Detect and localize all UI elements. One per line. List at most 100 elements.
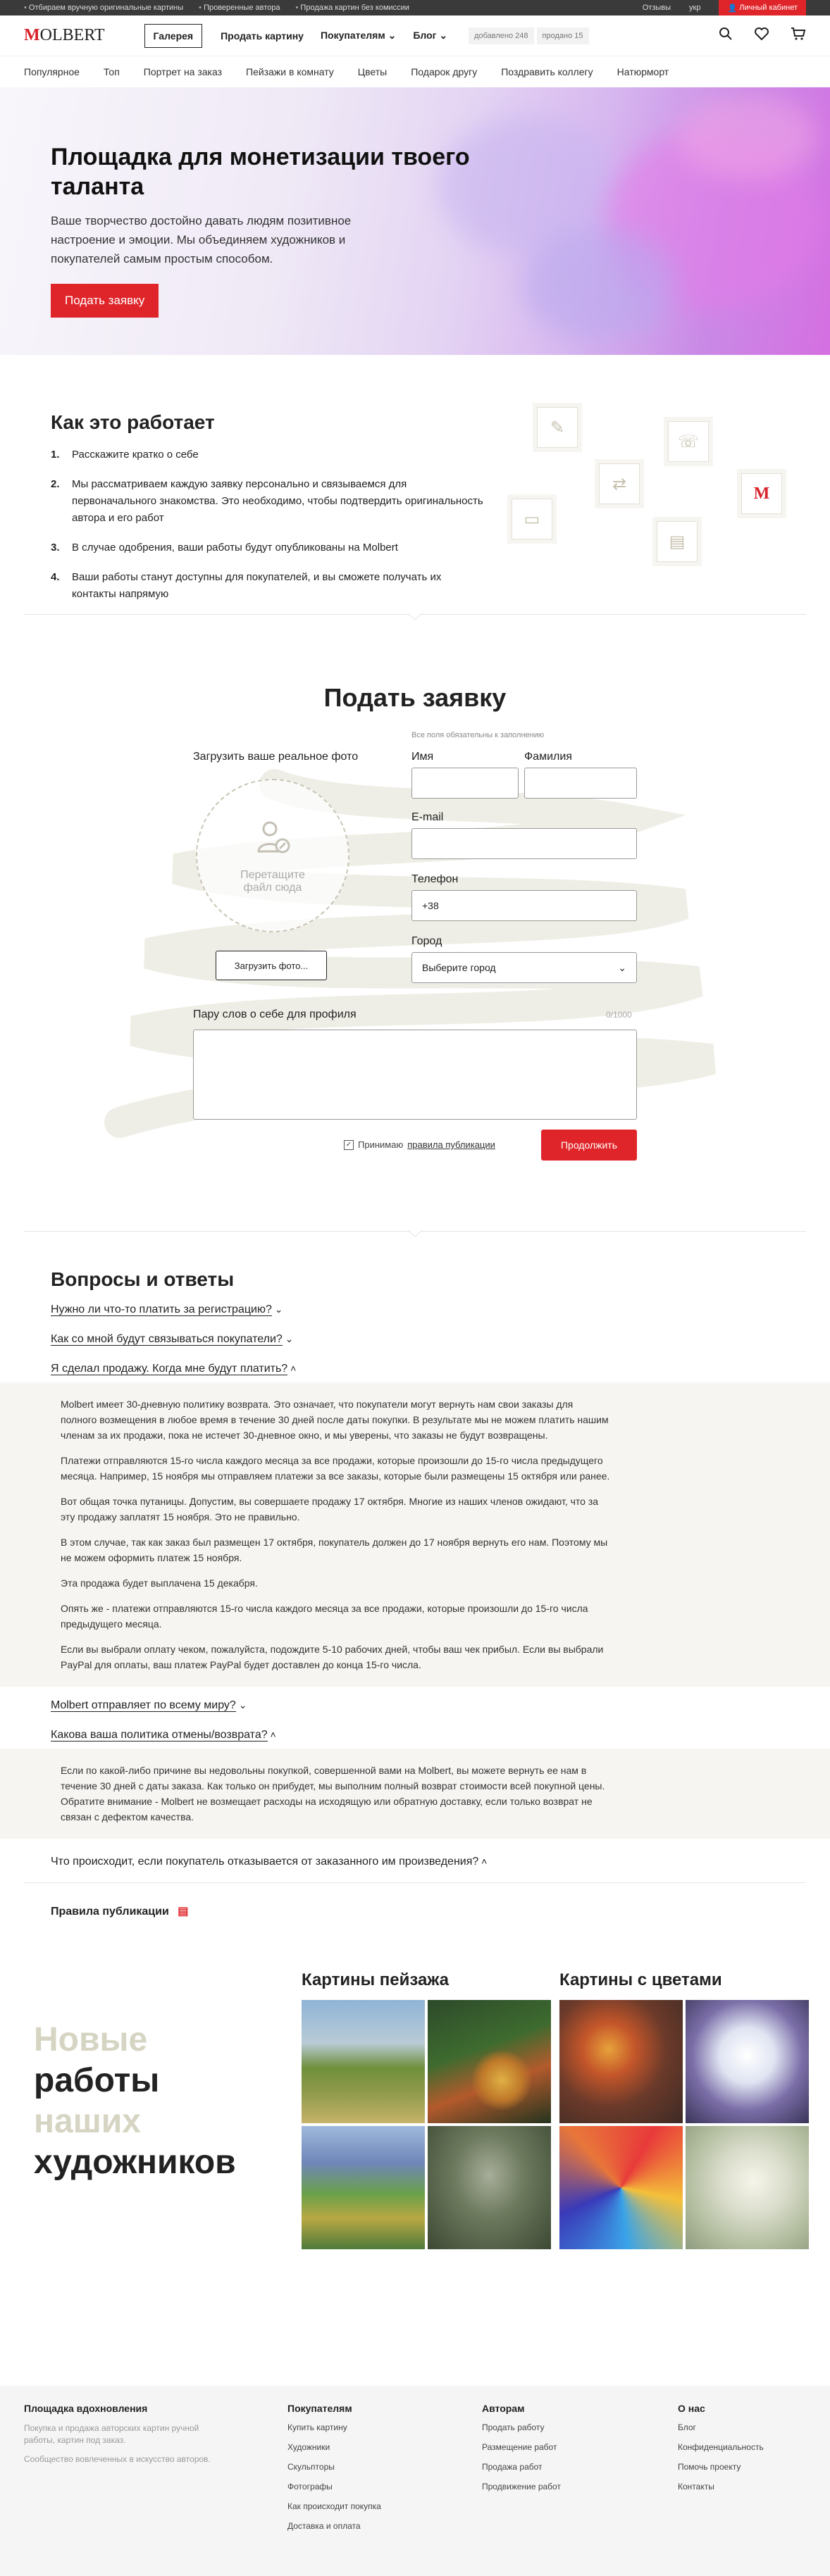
footer-link[interactable]: Продать работу: [482, 2422, 561, 2432]
painting-thumbnail[interactable]: [428, 2126, 551, 2249]
painting-thumbnail[interactable]: [686, 2000, 809, 2123]
painting-thumbnail[interactable]: [302, 2000, 425, 2123]
gallery-button[interactable]: Галерея: [144, 23, 203, 48]
upload-photo-button[interactable]: Загрузить фото...: [216, 951, 327, 980]
steps-list: Расскажите кратко о себе Мы рассматривае…: [51, 446, 488, 603]
hero-content: Площадка для монетизации твоего таланта …: [51, 142, 488, 318]
email-field[interactable]: [411, 828, 637, 859]
answer-paragraph: Если вы выбрали оплату чеком, пожалуйста…: [61, 1644, 604, 1670]
painting-thumbnail[interactable]: [559, 2126, 683, 2249]
language-switch[interactable]: укр: [689, 4, 700, 12]
surname-field[interactable]: [524, 768, 637, 799]
subnav-item[interactable]: Подарок другу: [411, 66, 477, 77]
subnav-item[interactable]: Пейзажи в комнату: [246, 66, 334, 77]
subnav-item[interactable]: Цветы: [358, 66, 387, 77]
answer-paragraph: Если по какой-либо причине вы недовольны…: [61, 1765, 605, 1822]
subnav-item[interactable]: Топ: [104, 66, 120, 77]
heading-line: наших: [34, 2103, 141, 2140]
footer-col: Покупателям Купить картину Художники Ску…: [287, 2403, 381, 2541]
footer-link[interactable]: Контакты: [678, 2482, 764, 2491]
about-textarea[interactable]: [193, 1030, 637, 1120]
step-item: Ваши работы станут доступны для покупате…: [51, 569, 442, 600]
about-label: Пару слов о себе для профиля: [193, 1008, 357, 1020]
nav-blog-label: Блог: [413, 30, 437, 41]
subnav-item[interactable]: Портрет на заказ: [144, 66, 222, 77]
footer-link[interactable]: Помочь проекту: [678, 2462, 764, 2472]
category-title[interactable]: Картины с цветами: [559, 1970, 809, 1990]
faq-question-open[interactable]: Я сделал продажу. Когда мне будут платит…: [0, 1357, 830, 1380]
footer-link[interactable]: Доставка и оплата: [287, 2521, 381, 2531]
hero-banner: Площадка для монетизации твоего таланта …: [0, 87, 830, 355]
continue-button[interactable]: Продолжить: [541, 1130, 637, 1161]
header-nav: Продать картину Покупателям ⌄ Блог ⌄: [221, 30, 447, 42]
nav-buyers[interactable]: Покупателям ⌄: [321, 30, 396, 42]
painting-thumbnail[interactable]: [686, 2126, 809, 2249]
faq-question-text: Что происходит, если покупатель отказыва…: [51, 1856, 479, 1868]
faq-question-text: Я сделал продажу. Когда мне будут платит…: [51, 1363, 288, 1375]
logo[interactable]: MOLBERT: [24, 26, 105, 45]
added-count: добавлено 248: [469, 27, 534, 44]
apply-button[interactable]: Подать заявку: [51, 284, 159, 318]
subnav-item[interactable]: Популярное: [24, 66, 80, 77]
reviews-link[interactable]: Отзывы: [643, 4, 671, 12]
heart-icon[interactable]: [754, 27, 769, 44]
footer-link[interactable]: Скульпторы: [287, 2462, 381, 2472]
faq-question[interactable]: Molbert отправляет по всему миру?: [0, 1694, 830, 1716]
nav-buyers-label: Покупателям: [320, 30, 385, 41]
cart-icon[interactable]: [791, 27, 806, 44]
footer-link[interactable]: Блог: [678, 2422, 764, 2432]
painting-thumbnail[interactable]: [428, 2000, 551, 2123]
photo-dropzone[interactable]: Перетащите файл сюда: [196, 779, 349, 932]
footer-link[interactable]: Размещение работ: [482, 2442, 561, 2452]
faq-question-open[interactable]: Какова ваша политика отмены/возврата?: [0, 1723, 830, 1746]
agree-checkbox[interactable]: ✓: [344, 1139, 354, 1150]
logo-mark: M: [24, 26, 40, 44]
subnav-item[interactable]: Поздравить коллегу: [501, 66, 593, 77]
rules-row[interactable]: Правила публикации ▤: [0, 1904, 830, 1918]
form-title: Подать заявку: [323, 683, 507, 712]
nav-blog[interactable]: Блог ⌄: [413, 30, 447, 42]
footer-link[interactable]: Конфиденциальность: [678, 2442, 764, 2452]
heading-line: Новые: [34, 2021, 148, 2058]
nav-sell[interactable]: Продать картину: [221, 30, 304, 42]
footer-link[interactable]: Продвижение работ: [482, 2482, 561, 2491]
footer-link[interactable]: Как происходит покупка: [287, 2501, 381, 2511]
search-icon[interactable]: [719, 27, 733, 44]
step-item: В случае одобрения, ваши работы будут оп…: [51, 539, 398, 556]
header-icons: [719, 27, 806, 44]
faq-question-open[interactable]: Что происходит, если покупатель отказыва…: [0, 1850, 830, 1872]
footer-title: Площадка вдохновления: [24, 2403, 148, 2414]
footer-link[interactable]: Купить картину: [287, 2422, 381, 2432]
user-icon: 👤: [727, 4, 740, 13]
city-select[interactable]: Выберите город ⌄: [411, 952, 637, 983]
faq-question[interactable]: Нужно ли что-то платить за регистрацию?: [0, 1298, 830, 1320]
footer: Площадка вдохновления Покупка и продажа …: [0, 2386, 830, 2576]
landscape-category: Картины пейзажа: [302, 1970, 551, 2249]
new-works: Новые работы наших художников Картины пе…: [0, 1942, 830, 2273]
category-title[interactable]: Картины пейзажа: [302, 1970, 551, 1990]
topbar-bullet: Отбираем вручную оригинальные картины: [24, 4, 183, 12]
sold-count: продано 15: [536, 27, 589, 44]
phone-field[interactable]: +38: [411, 890, 637, 921]
user-edit-icon: [253, 818, 292, 865]
new-works-heading: Новые работы наших художников: [34, 2020, 236, 2183]
footer-link[interactable]: Художники: [287, 2442, 381, 2452]
rules-link[interactable]: правила публикации: [407, 1139, 495, 1150]
flowers-category: Картины с цветами: [559, 1970, 809, 2249]
subnav-item[interactable]: Натюрморт: [617, 66, 669, 77]
footer-title: Покупателям: [287, 2403, 352, 2414]
upload-title: Загрузить ваше реальное фото: [193, 751, 359, 763]
answer-paragraph: В этом случае, так как заказ был размеще…: [61, 1537, 608, 1563]
painting-thumbnail[interactable]: [302, 2126, 425, 2249]
city-select-value: Выберите город: [422, 962, 496, 973]
step-item: Мы рассматриваем каждую заявку персональ…: [51, 476, 483, 524]
chevron-down-icon: ⌄: [618, 961, 626, 973]
footer-link[interactable]: Продажа работ: [482, 2462, 561, 2472]
cabinet-button[interactable]: 👤 Личный кабинет: [719, 0, 806, 15]
painting-thumbnail[interactable]: [559, 2000, 683, 2123]
footer-link[interactable]: Фотографы: [287, 2482, 381, 2491]
name-field[interactable]: [411, 768, 519, 799]
faq-question[interactable]: Как со мной будут связываться покупатели…: [0, 1327, 830, 1350]
footer-text: Сообщество вовлеченных в искусство автор…: [24, 2454, 211, 2464]
top-bar: Отбираем вручную оригинальные картины Пр…: [0, 0, 830, 15]
